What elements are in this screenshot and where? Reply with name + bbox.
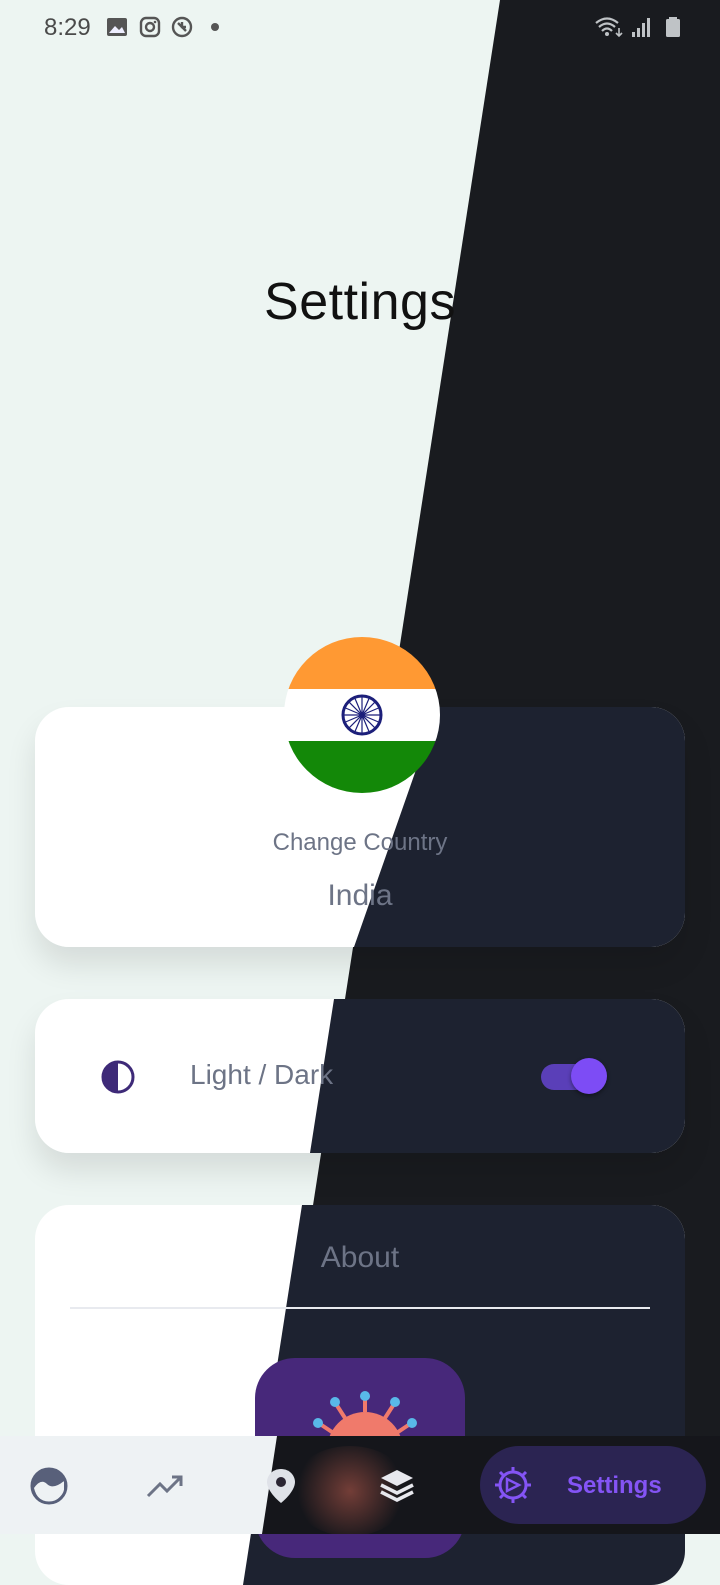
instagram-icon	[139, 16, 161, 38]
wifi-icon	[595, 17, 623, 38]
flag-green-band	[284, 741, 440, 793]
globe-icon[interactable]	[29, 1466, 69, 1506]
change-country-label: Change Country	[272, 829, 448, 856]
gallery-icon	[107, 18, 127, 36]
vpn-icon	[171, 16, 193, 38]
status-time: 8:29	[44, 14, 91, 41]
trending-icon[interactable]	[145, 1466, 185, 1506]
toggle-knob	[571, 1058, 607, 1094]
nav-settings-label: Settings	[567, 1472, 662, 1499]
battery-icon	[666, 17, 680, 37]
layers-icon[interactable]	[377, 1466, 417, 1506]
theme-label: Light / Dark	[190, 1059, 334, 1090]
signal-icon	[632, 18, 650, 37]
theme-card: Light / Dark	[35, 999, 685, 1153]
settings-gear-icon	[495, 1467, 531, 1503]
flag-saffron-band	[284, 637, 440, 689]
divider	[70, 1307, 650, 1309]
about-title: About	[320, 1241, 400, 1274]
status-bar: 8:29	[0, 0, 720, 56]
selected-country: India	[327, 879, 393, 912]
bottom-navigation: Settings	[0, 1436, 720, 1534]
contrast-icon	[101, 1060, 135, 1094]
nav-settings-button[interactable]: Settings	[480, 1446, 706, 1524]
ashoka-chakra-icon	[341, 694, 383, 736]
location-pin-icon[interactable]	[261, 1466, 301, 1506]
theme-toggle[interactable]	[541, 1058, 607, 1094]
india-flag-icon[interactable]	[284, 637, 440, 793]
dot-icon	[211, 23, 219, 31]
